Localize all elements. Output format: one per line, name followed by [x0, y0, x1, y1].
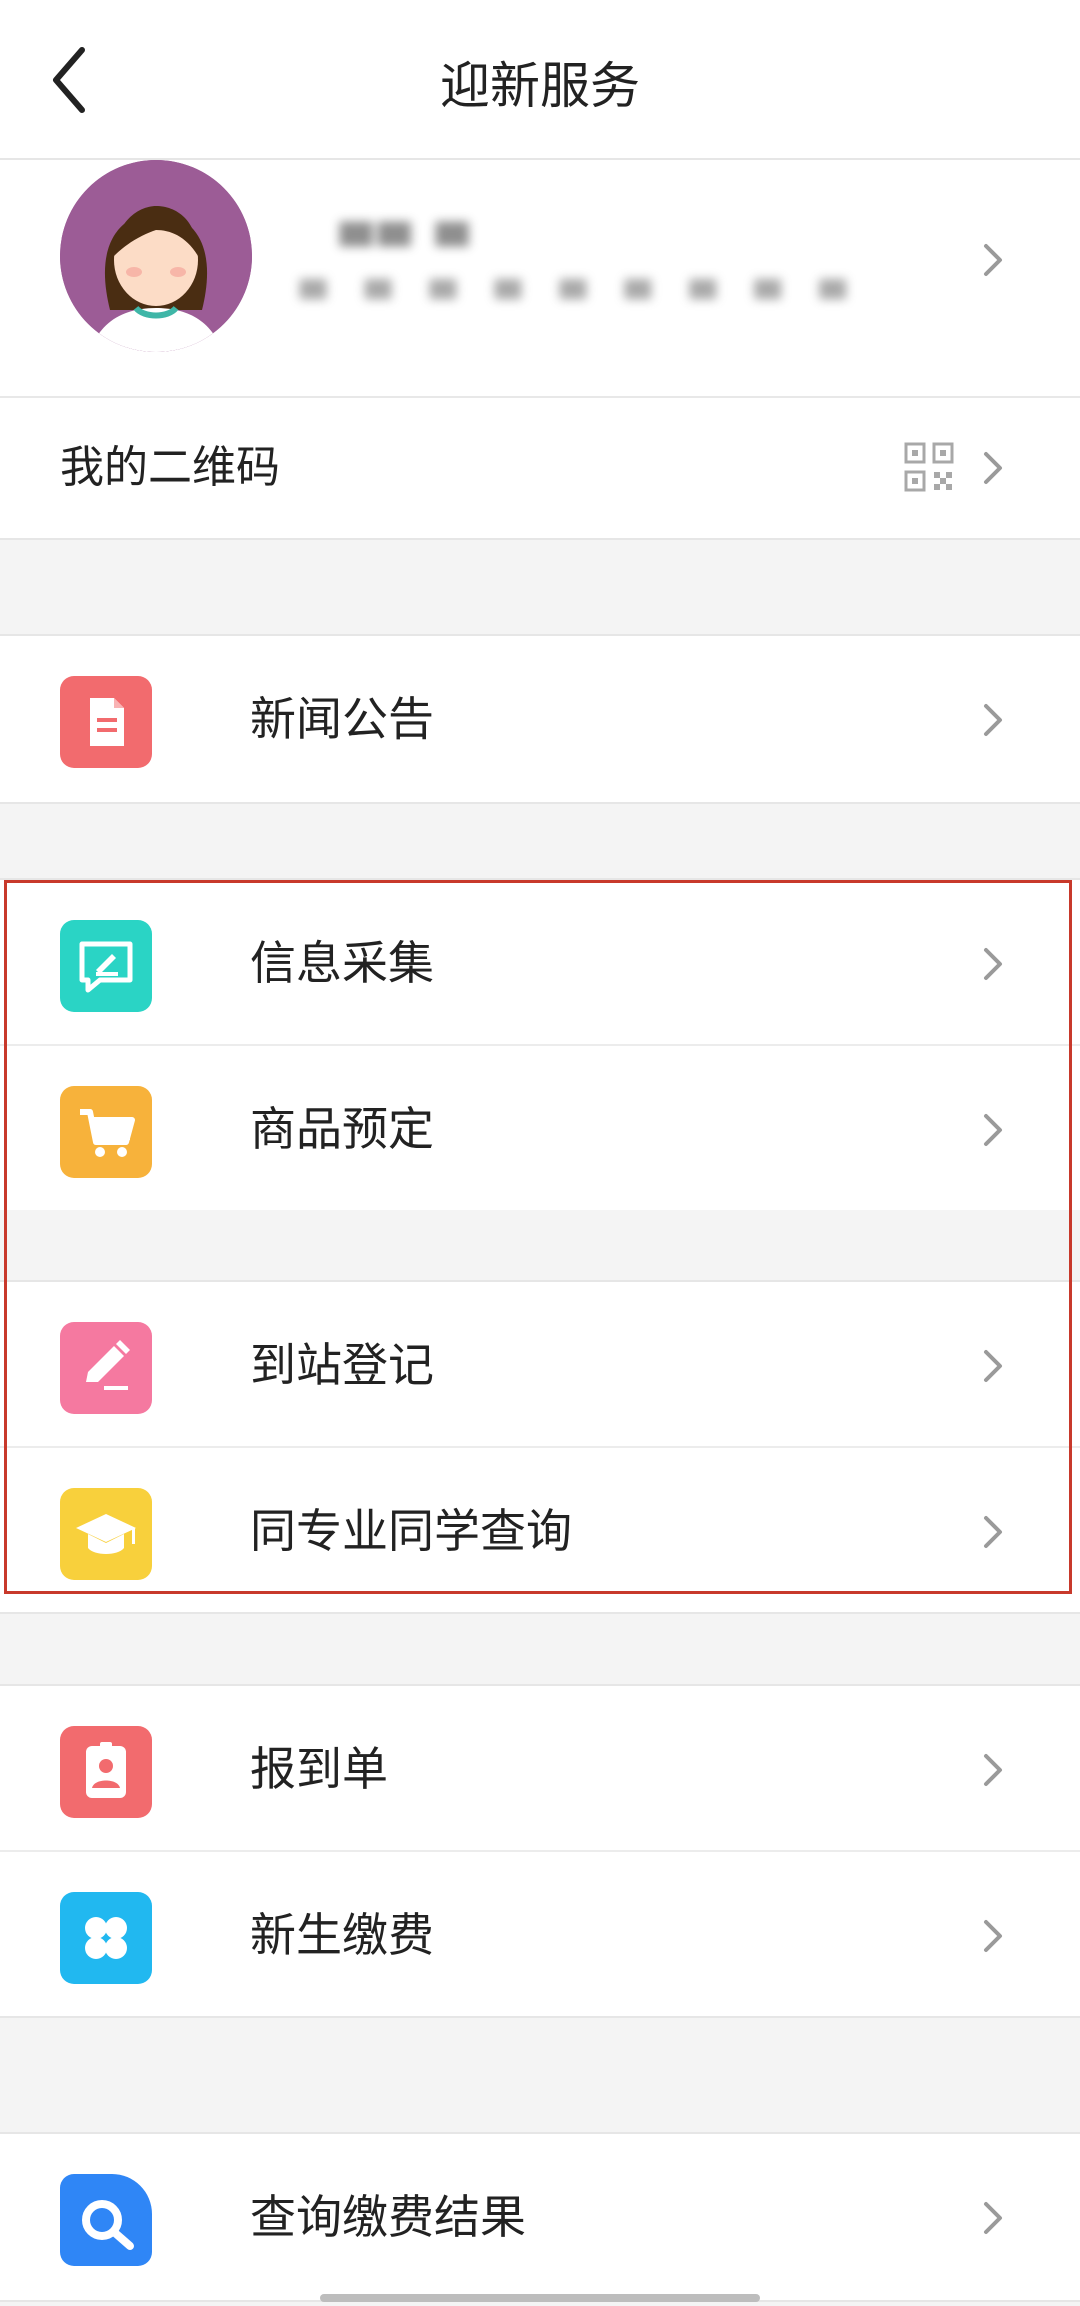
chevron-right-icon: [984, 1114, 1002, 1146]
top-navigation-bar: 迎新服务: [0, 0, 1080, 160]
menu-item-payment-result[interactable]: 查询缴费结果: [0, 2134, 1080, 2298]
welcome-service-page: 迎新服务 ▀▀ ▀ ▀ ▀ ▀ ▀ ▀ ▀ ▀ ▀ ▀ 我的二维码 新闻公告 信…: [0, 0, 1080, 2306]
home-indicator[interactable]: [320, 2294, 760, 2302]
search-document-icon: [60, 2174, 152, 2266]
collect-goods-group: 信息采集 商品预定: [0, 878, 1080, 1210]
profile-name-blurred: ▀▀ ▀: [340, 222, 475, 271]
chevron-right-icon: [984, 244, 1002, 276]
menu-item-news[interactable]: 新闻公告: [0, 636, 1080, 800]
menu-item-label: 同专业同学查询: [250, 1504, 572, 1558]
chevron-right-icon: [984, 1920, 1002, 1952]
payment-result-group: 查询缴费结果: [0, 2132, 1080, 2302]
menu-item-classmates-query[interactable]: 同专业同学查询: [0, 1446, 1080, 1612]
qrcode-icon: [904, 442, 954, 492]
menu-item-label: 信息采集: [250, 936, 434, 990]
chevron-right-icon: [984, 452, 1002, 484]
graduation-cap-icon: [60, 1488, 152, 1580]
avatar: [60, 160, 252, 352]
my-qrcode-label: 我的二维码: [60, 442, 280, 493]
menu-item-label: 新生缴费: [250, 1908, 434, 1962]
menu-item-info-collect[interactable]: 信息采集: [0, 880, 1080, 1044]
page-title: 迎新服务: [440, 57, 640, 115]
document-icon: [60, 676, 152, 768]
menu-item-label: 新闻公告: [250, 692, 434, 746]
menu-item-arrival-register[interactable]: 到站登记: [0, 1282, 1080, 1446]
menu-item-freshman-payment[interactable]: 新生缴费: [0, 1850, 1080, 2016]
chevron-right-icon: [984, 704, 1002, 736]
my-qrcode-row[interactable]: 我的二维码: [0, 398, 1080, 540]
chevron-right-icon: [984, 1350, 1002, 1382]
chevron-right-icon: [984, 1754, 1002, 1786]
id-badge-icon: [60, 1726, 152, 1818]
clover-grid-icon: [60, 1892, 152, 1984]
pencil-icon: [60, 1322, 152, 1414]
profile-details-blurred: ▀ ▀ ▀ ▀ ▀ ▀ ▀ ▀ ▀: [300, 280, 860, 320]
arrival-classmates-group: 到站登记 同专业同学查询: [0, 1280, 1080, 1614]
menu-item-label: 报到单: [250, 1742, 388, 1796]
report-payment-group: 报到单 新生缴费: [0, 1684, 1080, 2018]
chevron-right-icon: [984, 948, 1002, 980]
chevron-right-icon: [984, 2202, 1002, 2234]
shopping-cart-icon: [60, 1086, 152, 1178]
menu-item-label: 到站登记: [250, 1338, 434, 1392]
chevron-right-icon: [984, 1516, 1002, 1548]
avatar-girl-icon: [60, 160, 252, 352]
menu-item-label: 商品预定: [250, 1102, 434, 1156]
menu-item-report-form[interactable]: 报到单: [0, 1686, 1080, 1850]
menu-item-goods-reserve[interactable]: 商品预定: [0, 1044, 1080, 1210]
edit-message-icon: [60, 920, 152, 1012]
menu-item-label: 查询缴费结果: [250, 2190, 526, 2244]
news-group: 新闻公告: [0, 634, 1080, 804]
profile-card[interactable]: ▀▀ ▀ ▀ ▀ ▀ ▀ ▀ ▀ ▀ ▀ ▀: [0, 160, 1080, 398]
